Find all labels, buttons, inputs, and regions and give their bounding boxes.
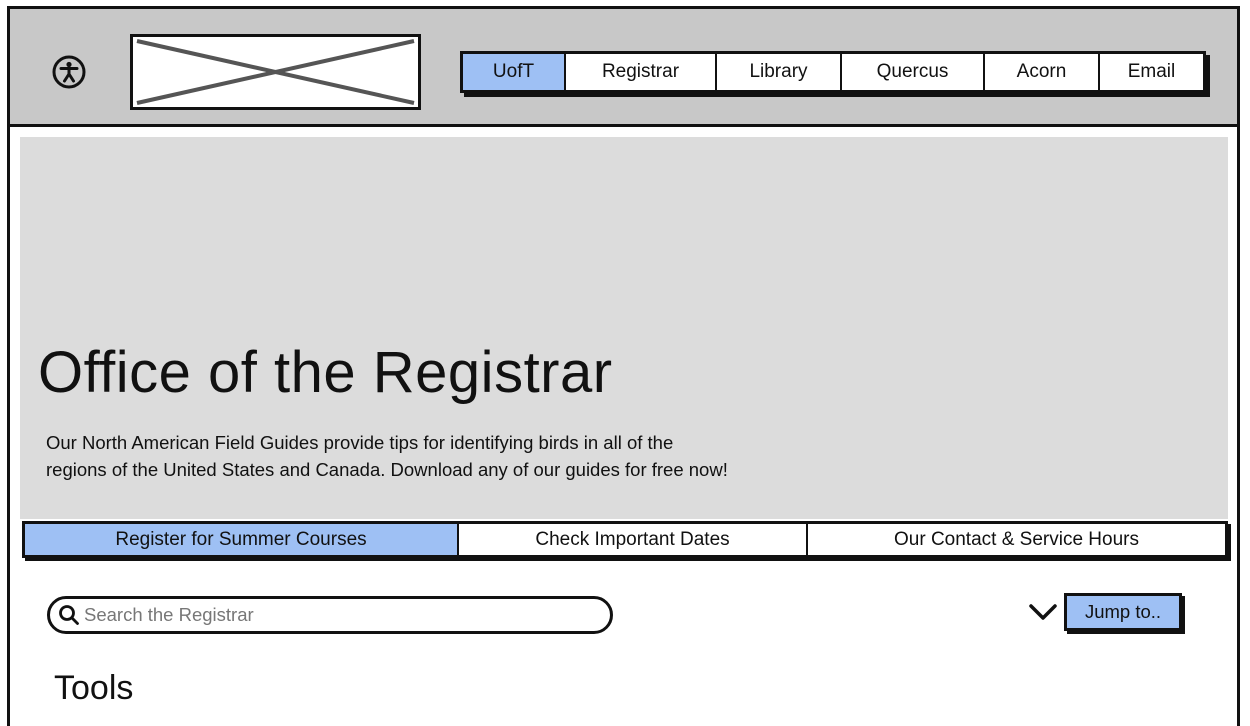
page-frame: UofT Registrar Library Quercus Acorn Ema… bbox=[7, 6, 1240, 726]
hero-description: Our North American Field Guides provide … bbox=[46, 429, 846, 483]
search-bar[interactable] bbox=[47, 596, 613, 634]
nav-item-uoft[interactable]: UofT bbox=[463, 54, 566, 90]
tab-register-summer-courses[interactable]: Register for Summer Courses bbox=[25, 524, 459, 555]
jump-to-label: Jump to.. bbox=[1084, 601, 1162, 622]
tab-contact-service-hours[interactable]: Our Contact & Service Hours bbox=[808, 524, 1225, 555]
logo-placeholder[interactable] bbox=[130, 34, 421, 110]
nav-item-library[interactable]: Library bbox=[717, 54, 842, 90]
tab-important-dates[interactable]: Check Important Dates bbox=[459, 524, 808, 555]
accessibility-icon[interactable] bbox=[52, 55, 86, 89]
top-navigation: UofT Registrar Library Quercus Acorn Ema… bbox=[460, 51, 1206, 93]
nav-item-acorn[interactable]: Acorn bbox=[985, 54, 1100, 90]
nav-item-email[interactable]: Email bbox=[1100, 54, 1203, 90]
hero-description-line-1: Our North American Field Guides provide … bbox=[46, 432, 674, 453]
nav-item-registrar[interactable]: Registrar bbox=[566, 54, 717, 90]
page-title: Office of the Registrar bbox=[38, 340, 613, 405]
search-input[interactable] bbox=[84, 604, 584, 626]
quick-links-tabs: Register for Summer Courses Check Import… bbox=[22, 521, 1228, 558]
site-header: UofT Registrar Library Quercus Acorn Ema… bbox=[10, 9, 1237, 127]
jump-to-button[interactable]: Jump to.. bbox=[1064, 593, 1182, 631]
tools-heading: Tools bbox=[54, 669, 134, 707]
chevron-down-icon[interactable] bbox=[1028, 601, 1058, 623]
search-icon bbox=[59, 605, 79, 625]
hero-banner: Office of the Registrar Our North Americ… bbox=[20, 137, 1228, 519]
nav-item-quercus[interactable]: Quercus bbox=[842, 54, 985, 90]
hero-description-line-2: regions of the United States and Canada.… bbox=[46, 459, 728, 480]
